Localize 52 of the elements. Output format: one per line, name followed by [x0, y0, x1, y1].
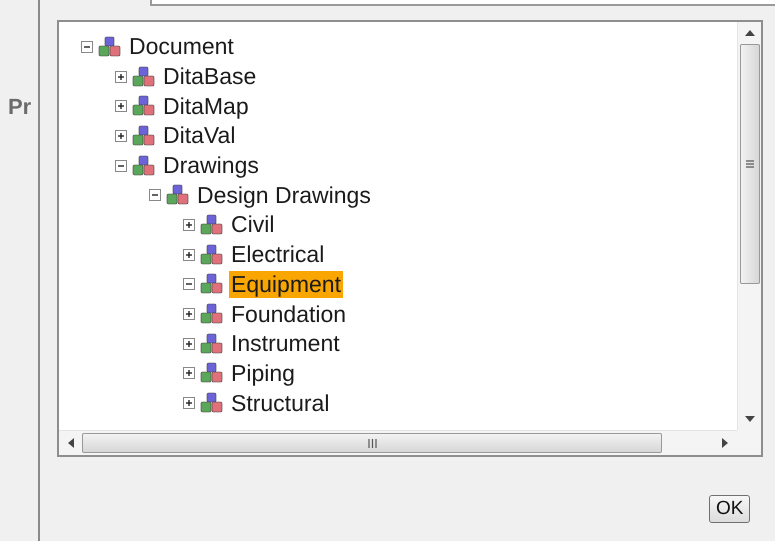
- scroll-up-icon[interactable]: [744, 30, 754, 36]
- cubes-icon: [200, 214, 224, 236]
- cubes-icon: [132, 95, 156, 118]
- expand-icon[interactable]: [115, 100, 127, 112]
- scroll-down-icon[interactable]: [744, 416, 754, 422]
- tree-item[interactable]: Piping: [229, 360, 297, 387]
- expand-icon[interactable]: [183, 218, 195, 231]
- ok-button[interactable]: OK: [709, 495, 750, 523]
- expand-icon[interactable]: [183, 338, 195, 350]
- expand-icon[interactable]: [183, 308, 195, 320]
- tree-item[interactable]: Design Drawings: [195, 182, 373, 209]
- grip-icon: [746, 160, 754, 168]
- scroll-thumb[interactable]: [82, 433, 662, 453]
- tree-item[interactable]: Instrument: [229, 330, 342, 358]
- text-field[interactable]: [150, 0, 775, 6]
- label-text: Pr: [7, 93, 32, 121]
- collapse-icon[interactable]: [183, 278, 195, 290]
- tree-item[interactable]: DitaBase: [161, 63, 258, 90]
- scroll-right-icon[interactable]: [722, 438, 728, 448]
- collapse-icon[interactable]: [81, 40, 93, 53]
- scroll-thumb[interactable]: [740, 44, 760, 284]
- cubes-icon: [132, 66, 156, 88]
- expand-icon[interactable]: [115, 70, 127, 83]
- tree-item[interactable]: DitaMap: [161, 92, 251, 120]
- cubes-icon: [132, 154, 156, 177]
- cubes-icon: [200, 303, 224, 326]
- collapse-icon[interactable]: [115, 160, 127, 172]
- tree-item[interactable]: Structural: [229, 390, 332, 417]
- cubes-icon: [200, 392, 224, 414]
- tree-item[interactable]: Electrical: [229, 241, 326, 268]
- tree-item[interactable]: Drawings: [161, 152, 261, 180]
- tree-item[interactable]: Foundation: [229, 300, 348, 328]
- tree-item[interactable]: Equipment: [229, 270, 343, 298]
- cubes-icon: [166, 184, 190, 206]
- expand-icon[interactable]: [183, 397, 195, 410]
- cubes-icon: [200, 273, 224, 296]
- tree-item[interactable]: Document: [127, 33, 236, 60]
- cubes-icon: [98, 36, 122, 58]
- cubes-icon: [200, 244, 224, 266]
- expand-icon[interactable]: [115, 130, 127, 142]
- cubes-icon: [132, 124, 156, 147]
- grip-icon: [368, 438, 376, 448]
- collapse-icon[interactable]: [149, 189, 161, 202]
- tree-item[interactable]: Civil: [229, 211, 276, 238]
- tree-item[interactable]: DitaVal: [161, 122, 238, 150]
- scroll-left-icon[interactable]: [68, 438, 74, 448]
- cubes-icon: [200, 332, 224, 355]
- horizontal-scrollbar[interactable]: [59, 430, 737, 455]
- cubes-icon: [200, 362, 224, 384]
- expand-icon[interactable]: [183, 367, 195, 380]
- expand-icon[interactable]: [183, 248, 195, 261]
- vertical-scrollbar[interactable]: [737, 22, 761, 430]
